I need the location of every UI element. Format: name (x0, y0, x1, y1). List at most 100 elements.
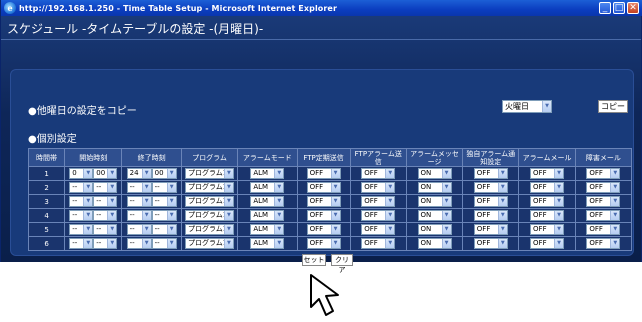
alarm-mail-select[interactable]: OFF ▼ (530, 210, 565, 221)
program-select[interactable]: プログラム1 ▼ (184, 168, 234, 179)
end-hour-select[interactable]: -- ▼ (126, 210, 152, 221)
column-header: アラームメール (518, 148, 576, 167)
start-hour-select[interactable]: -- ▼ (69, 224, 94, 235)
setting-cell: プログラム1 ▼ (180, 194, 239, 209)
end-hour-select-value: -- (129, 197, 135, 205)
ftp-periodic-select[interactable]: OFF ▼ (306, 168, 341, 179)
chevron-down-icon: ▼ (385, 211, 395, 220)
ftp-alarm-select[interactable]: OFF ▼ (361, 182, 396, 193)
start-hour-select[interactable]: -- ▼ (69, 210, 94, 221)
ftp-periodic-select[interactable]: OFF ▼ (306, 182, 341, 193)
program-select[interactable]: プログラム1 ▼ (184, 224, 234, 235)
failure-mail-select[interactable]: OFF ▼ (586, 196, 621, 207)
start-minute-select[interactable]: -- ▼ (93, 182, 118, 193)
failure-mail-select[interactable]: OFF ▼ (586, 210, 621, 221)
copy-day-select[interactable]: 火曜日 ▼ (502, 100, 552, 113)
start-minute-select[interactable]: -- ▼ (93, 224, 118, 235)
chevron-down-icon: ▼ (274, 211, 284, 220)
program-select-value: プログラム1 (187, 225, 228, 233)
end-hour-select[interactable]: -- ▼ (126, 182, 152, 193)
end-hour-select[interactable]: -- ▼ (126, 224, 152, 235)
custom-alarm-select[interactable]: OFF ▼ (473, 224, 508, 235)
program-select[interactable]: プログラム1 ▼ (184, 238, 234, 249)
alarm-mode-select[interactable]: ALM ▼ (250, 210, 285, 221)
program-select[interactable]: プログラム1 ▼ (184, 210, 234, 221)
chevron-down-icon: ▼ (610, 239, 620, 248)
ftp-periodic-select[interactable]: OFF ▼ (306, 210, 341, 221)
ftp-alarm-select[interactable]: OFF ▼ (361, 210, 396, 221)
start-minute-select[interactable]: -- ▼ (93, 210, 118, 221)
start-minute-select[interactable]: -- ▼ (93, 196, 118, 207)
program-select[interactable]: プログラム1 ▼ (184, 182, 234, 193)
minimize-button[interactable]: _ (599, 2, 611, 14)
end-minute-select[interactable]: -- ▼ (151, 210, 177, 221)
alarm-mail-select[interactable]: OFF ▼ (530, 182, 565, 193)
end-hour-select[interactable]: -- ▼ (126, 238, 152, 249)
alarm-message-select[interactable]: ON ▼ (417, 224, 452, 235)
start-minute-select[interactable]: 00 ▼ (93, 168, 118, 179)
chevron-down-icon: ▼ (554, 225, 564, 234)
failure-mail-select[interactable]: OFF ▼ (586, 168, 621, 179)
alarm-message-select[interactable]: ON ▼ (417, 182, 452, 193)
ftp-periodic-select[interactable]: OFF ▼ (306, 238, 341, 249)
alarm-mode-select[interactable]: ALM ▼ (250, 224, 285, 235)
alarm-mode-select[interactable]: ALM ▼ (250, 168, 285, 179)
chevron-down-icon: ▼ (497, 183, 507, 192)
custom-alarm-select[interactable]: OFF ▼ (473, 238, 508, 249)
custom-alarm-select[interactable]: OFF ▼ (473, 182, 508, 193)
setting-cell: ALM ▼ (237, 180, 298, 195)
alarm-mail-select[interactable]: OFF ▼ (530, 238, 565, 249)
alarm-mail-select[interactable]: OFF ▼ (530, 224, 565, 235)
ftp-alarm-select[interactable]: OFF ▼ (361, 224, 396, 235)
alarm-mode-select[interactable]: ALM ▼ (250, 182, 285, 193)
end-hour-select[interactable]: -- ▼ (126, 196, 152, 207)
ftp-periodic-select[interactable]: OFF ▼ (306, 196, 341, 207)
start-time-cell: 0 ▼ 00 ▼ (64, 166, 123, 181)
program-select-value: プログラム1 (187, 183, 228, 191)
custom-alarm-select[interactable]: OFF ▼ (473, 196, 508, 207)
alarm-message-select[interactable]: ON ▼ (417, 168, 452, 179)
end-minute-select[interactable]: 00 ▼ (151, 168, 177, 179)
clear-button[interactable]: クリア (331, 254, 353, 274)
alarm-mail-select[interactable]: OFF ▼ (530, 196, 565, 207)
ftp-alarm-select[interactable]: OFF ▼ (361, 238, 396, 249)
ftp-alarm-select[interactable]: OFF ▼ (361, 168, 396, 179)
custom-alarm-select[interactable]: OFF ▼ (473, 210, 508, 221)
start-hour-select[interactable]: -- ▼ (69, 182, 94, 193)
end-hour-select[interactable]: 24 ▼ (126, 168, 152, 179)
alarm-mail-select[interactable]: OFF ▼ (530, 168, 565, 179)
program-select[interactable]: プログラム1 ▼ (184, 196, 234, 207)
setting-cell: OFF ▼ (296, 208, 351, 223)
failure-mail-select[interactable]: OFF ▼ (586, 224, 621, 235)
setting-cell: OFF ▼ (296, 222, 351, 237)
chevron-down-icon: ▼ (330, 197, 340, 206)
failure-mail-select[interactable]: OFF ▼ (586, 238, 621, 249)
failure-mail-select[interactable]: OFF ▼ (586, 182, 621, 193)
custom-alarm-select[interactable]: OFF ▼ (473, 168, 508, 179)
start-hour-select[interactable]: -- ▼ (69, 238, 94, 249)
slot-number: 5 (27, 222, 66, 237)
start-hour-select[interactable]: -- ▼ (69, 196, 94, 207)
start-hour-select[interactable]: 0 ▼ (69, 168, 94, 179)
custom-alarm-select-value: OFF (476, 225, 491, 233)
close-button[interactable]: ✕ (627, 2, 639, 14)
end-minute-select[interactable]: -- ▼ (151, 182, 177, 193)
set-button[interactable]: セット (302, 254, 326, 266)
end-minute-select[interactable]: -- ▼ (151, 238, 177, 249)
alarm-message-select[interactable]: ON ▼ (417, 196, 452, 207)
ftp-alarm-select[interactable]: OFF ▼ (361, 196, 396, 207)
ftp-periodic-select[interactable]: OFF ▼ (306, 224, 341, 235)
setting-cell: OFF ▼ (296, 180, 351, 195)
alarm-mode-select[interactable]: ALM ▼ (250, 238, 285, 249)
maximize-button[interactable]: □ (613, 2, 625, 14)
end-minute-select[interactable]: -- ▼ (151, 196, 177, 207)
end-minute-select[interactable]: -- ▼ (151, 224, 177, 235)
alarm-message-select[interactable]: ON ▼ (417, 210, 452, 221)
start-minute-select[interactable]: -- ▼ (93, 238, 118, 249)
chevron-down-icon: ▼ (542, 101, 551, 112)
setting-cell: プログラム1 ▼ (180, 222, 239, 237)
alarm-mode-select[interactable]: ALM ▼ (250, 196, 285, 207)
alarm-mail-select-value: OFF (533, 183, 547, 191)
alarm-message-select[interactable]: ON ▼ (417, 238, 452, 249)
copy-button[interactable]: コピー (598, 100, 628, 113)
